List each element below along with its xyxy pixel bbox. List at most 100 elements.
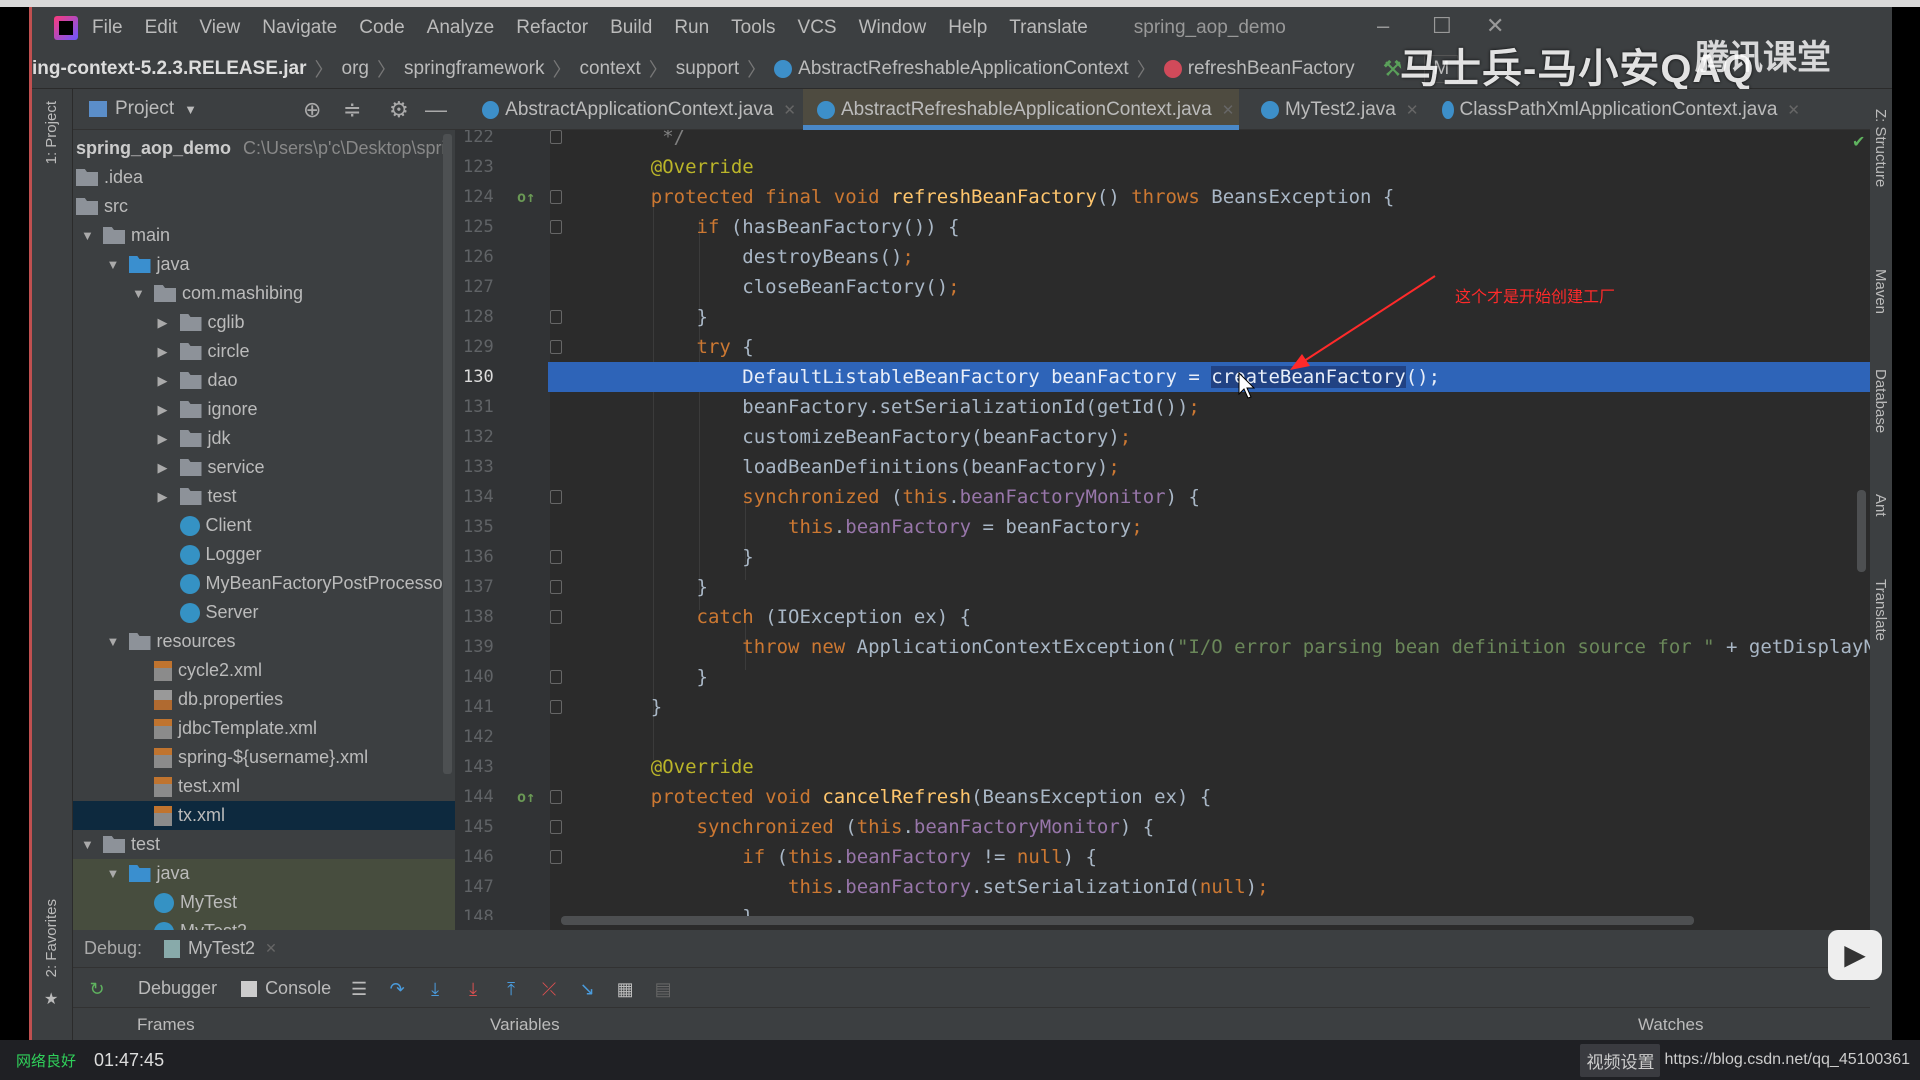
hide-icon[interactable]: — [425, 97, 447, 123]
step-into-icon[interactable]: ⤓ [425, 979, 445, 999]
fold-icon[interactable] [550, 580, 562, 594]
fold-icon[interactable] [550, 220, 562, 234]
menu-run[interactable]: Run [674, 17, 709, 39]
code-line[interactable]: 144 o↑ protected void cancelRefresh(Beans… [455, 782, 1870, 812]
close-tab-icon[interactable]: ✕ [1222, 101, 1235, 119]
menu-file[interactable]: File [92, 17, 123, 39]
breadcrumb-support[interactable]: support [676, 58, 739, 80]
tree-item[interactable]: ▶ ignore [73, 395, 455, 424]
chevron-right-icon[interactable]: ▶ [158, 344, 180, 360]
chevron-right-icon[interactable]: ▶ [158, 489, 180, 505]
tab-console[interactable]: Console [265, 978, 331, 999]
breadcrumb-context[interactable]: context [579, 58, 640, 80]
close-session-icon[interactable]: ✕ [265, 940, 277, 957]
code-line[interactable]: 123 @Override [455, 152, 1870, 182]
drop-frame-icon[interactable]: ⤫ [539, 979, 559, 999]
tree-item[interactable]: spring-${username}.xml [73, 743, 455, 772]
close-tab-icon[interactable]: ✕ [1406, 101, 1419, 119]
code-line[interactable]: 137 } [455, 572, 1870, 602]
chevron-right-icon[interactable]: ▶ [158, 431, 180, 447]
tree-item[interactable]: ▼ java [73, 250, 455, 279]
breadcrumb-class[interactable]: AbstractRefreshableApplicationContext [798, 58, 1129, 80]
tree-scrollbar[interactable] [443, 134, 452, 774]
menu-build[interactable]: Build [610, 17, 652, 39]
code-line[interactable]: 147 this.beanFactory.setSerializationId(… [455, 872, 1870, 902]
menu-tools[interactable]: Tools [731, 17, 775, 39]
tree-item[interactable]: MyTest2 [73, 917, 455, 930]
gear-icon[interactable]: ⚙ [389, 97, 409, 123]
chevron-right-icon[interactable]: ▶ [158, 402, 180, 418]
tree-item[interactable]: MyBeanFactoryPostProcessor [73, 569, 455, 598]
tree-item[interactable]: test.xml [73, 772, 455, 801]
tree-item[interactable]: ▶ jdk [73, 424, 455, 453]
tree-item[interactable]: Logger [73, 540, 455, 569]
code-line[interactable]: 135 this.beanFactory = beanFactory; [455, 512, 1870, 542]
code-line[interactable]: 146 if (this.beanFactory != null) { [455, 842, 1870, 872]
menu-navigate[interactable]: Navigate [262, 17, 337, 39]
menu-help[interactable]: Help [948, 17, 987, 39]
chevron-down-icon[interactable]: ▼ [81, 228, 103, 243]
tree-item[interactable]: db.properties [73, 685, 455, 714]
chevron-down-icon[interactable]: ▼ [132, 286, 154, 301]
tree-item[interactable]: ▼ java [73, 859, 455, 888]
fold-icon[interactable] [550, 190, 562, 204]
tree-item[interactable]: ▶ circle [73, 337, 455, 366]
tree-item[interactable]: ▶ test [73, 482, 455, 511]
tree-item[interactable]: ▶ service [73, 453, 455, 482]
code-lines[interactable]: 122 */123 @Override 124 o↑ protected final… [455, 130, 1870, 920]
code-line[interactable]: 134 synchronized (this.beanFactoryMonito… [455, 482, 1870, 512]
breadcrumb-method[interactable]: refreshBeanFactory [1188, 58, 1355, 80]
code-line[interactable]: 125 if (hasBeanFactory()) { [455, 212, 1870, 242]
menu-edit[interactable]: Edit [145, 17, 178, 39]
tree-item[interactable]: ▼ resources [73, 627, 455, 656]
toolwindow-project[interactable]: 1: Project [43, 101, 60, 164]
code-line[interactable]: 126 destroyBeans(); [455, 242, 1870, 272]
code-line[interactable]: 140 } [455, 662, 1870, 692]
inspection-ok-icon[interactable]: ✔ [1852, 132, 1865, 152]
toolwindow-ant[interactable]: Ant [1872, 494, 1889, 517]
locate-icon[interactable]: ⊕ [303, 97, 321, 123]
fold-icon[interactable] [550, 700, 562, 714]
toolwindow-favorites[interactable]: 2: Favorites [43, 899, 60, 977]
breadcrumb-springframework[interactable]: springframework [404, 58, 544, 80]
tree-item[interactable]: .idea [73, 163, 455, 192]
code-line[interactable]: 130 DefaultListableBeanFactory beanFacto… [455, 362, 1870, 392]
tree-item[interactable]: src [73, 192, 455, 221]
override-marker-icon[interactable]: o↑ [517, 782, 535, 812]
fold-icon[interactable] [550, 340, 562, 354]
tree-item[interactable]: ▼ main [73, 221, 455, 250]
debug-session-tab[interactable]: MyTest2 [188, 938, 255, 959]
trace-icon[interactable]: ▤ [653, 979, 673, 999]
chevron-down-icon[interactable]: ▼ [184, 102, 197, 117]
tab-debugger[interactable]: Debugger [132, 978, 223, 999]
force-step-into-icon[interactable]: ⤓ [463, 979, 483, 999]
fold-icon[interactable] [550, 130, 562, 144]
fold-icon[interactable] [550, 490, 562, 504]
tab-mytest2[interactable]: MyTest2.java ✕ [1247, 89, 1421, 130]
fold-icon[interactable] [550, 790, 562, 804]
tab-classpath-xml-application-context[interactable]: ClassPathXmlApplicationContext.java ✕ [1428, 89, 1800, 130]
tree-item[interactable]: Client [73, 511, 455, 540]
toolwindow-database[interactable]: Database [1872, 369, 1889, 433]
tree-item[interactable]: jdbcTemplate.xml [73, 714, 455, 743]
breadcrumb-jar[interactable]: ing-context-5.2.3.RELEASE.jar [32, 58, 307, 80]
chevron-down-icon[interactable]: ▼ [107, 866, 129, 881]
menu-translate[interactable]: Translate [1009, 17, 1088, 39]
tree-item[interactable]: Server [73, 598, 455, 627]
chevron-down-icon[interactable]: ▼ [107, 257, 129, 272]
menu-view[interactable]: View [199, 17, 240, 39]
chevron-down-icon[interactable]: ▼ [107, 634, 129, 649]
collapse-all-icon[interactable]: ≑ [343, 97, 361, 123]
fold-icon[interactable] [550, 820, 562, 834]
chevron-right-icon[interactable]: ▶ [158, 460, 180, 476]
code-line[interactable]: 142 [455, 722, 1870, 752]
fold-icon[interactable] [550, 850, 562, 864]
tab-abstract-refreshable-application-context[interactable]: AbstractRefreshableApplicationContext.ja… [803, 89, 1239, 130]
code-line[interactable]: 136 } [455, 542, 1870, 572]
tab-abstract-application-context[interactable]: AbstractApplicationContext.java ✕ [468, 89, 796, 130]
code-line[interactable]: 141 } [455, 692, 1870, 722]
code-line[interactable]: 127 closeBeanFactory(); [455, 272, 1870, 302]
tree-item[interactable]: MyTest [73, 888, 455, 917]
step-over-icon[interactable]: ↷ [387, 979, 407, 999]
toolwindow-structure[interactable]: Z: Structure [1872, 109, 1889, 187]
